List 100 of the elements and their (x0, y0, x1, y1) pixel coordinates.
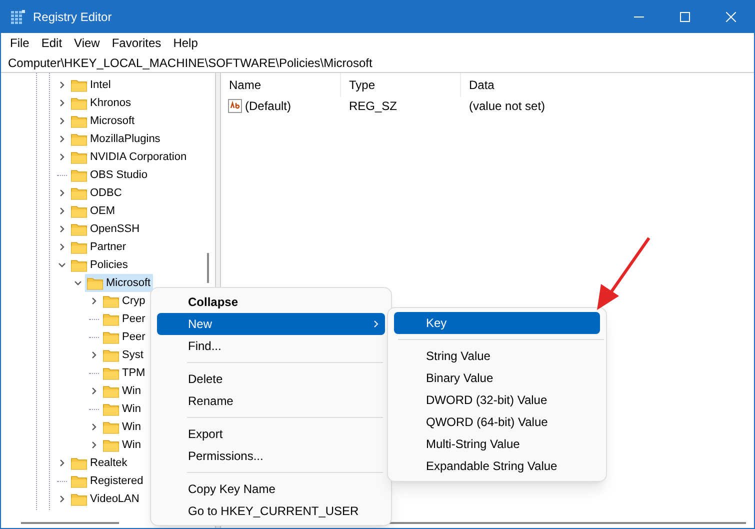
folder-icon (103, 402, 119, 416)
column-header[interactable]: Data (461, 73, 611, 97)
folder-icon (103, 438, 119, 452)
folder-icon (71, 240, 87, 254)
chevron-right-icon[interactable] (57, 494, 67, 504)
menu-item[interactable]: Multi-String Value (394, 433, 600, 455)
menu-item[interactable]: New (157, 313, 385, 335)
chevron-right-icon (373, 320, 379, 328)
tree-item[interactable]: OBS Studio (69, 166, 150, 184)
folder-icon (71, 222, 87, 236)
tree-item[interactable]: Peer (101, 328, 148, 346)
folder-icon (87, 276, 103, 290)
menu-item[interactable]: QWORD (64-bit) Value (394, 411, 600, 433)
menu-item[interactable]: Find... (157, 335, 385, 357)
tree-item[interactable]: Partner (69, 238, 128, 256)
column-header[interactable]: Name (221, 73, 341, 97)
folder-icon (71, 186, 87, 200)
folder-icon (71, 114, 87, 128)
menu-bar-item[interactable]: View (74, 34, 100, 52)
folder-icon (103, 330, 119, 344)
menu-item[interactable]: Collapse (157, 291, 385, 313)
folder-icon (71, 474, 87, 488)
menu-bar-item[interactable]: Help (173, 34, 198, 52)
tree-item[interactable]: MozillaPlugins (69, 130, 162, 148)
table-cell: (Default) (221, 97, 341, 115)
close-icon (726, 12, 736, 22)
tree-item[interactable]: Syst (101, 346, 146, 364)
chevron-right-icon[interactable] (89, 386, 99, 396)
menu-bar-item[interactable]: File (10, 34, 30, 52)
table-cell-text: REG_SZ (348, 98, 398, 115)
folder-icon (103, 294, 119, 308)
table-cell-text: (value not set) (468, 98, 546, 115)
scrollbar-thumb[interactable] (21, 522, 119, 524)
tree-item[interactable]: ODBC (69, 184, 124, 202)
folder-icon (71, 258, 87, 272)
string-value-icon (228, 99, 242, 113)
chevron-right-icon[interactable] (89, 350, 99, 360)
tree-item[interactable]: Cryp (101, 292, 148, 310)
menu-item[interactable]: Rename (157, 390, 385, 412)
tree-item[interactable]: Microsoft (85, 274, 153, 292)
folder-icon (103, 384, 119, 398)
chevron-right-icon[interactable] (57, 80, 67, 90)
folder-icon (71, 96, 87, 110)
folder-icon (103, 366, 119, 380)
chevron-right-icon[interactable] (57, 206, 67, 216)
menu-item[interactable]: Expandable String Value (394, 455, 600, 477)
tree-item[interactable]: Peer (101, 310, 148, 328)
chevron-right-icon[interactable] (57, 188, 67, 198)
chevron-right-icon[interactable] (57, 242, 67, 252)
folder-icon (71, 132, 87, 146)
chevron-down-icon[interactable] (57, 260, 67, 270)
tree-item[interactable]: Win (101, 400, 143, 418)
chevron-right-icon[interactable] (57, 224, 67, 234)
chevron-right-icon[interactable] (89, 440, 99, 450)
chevron-right-icon[interactable] (89, 422, 99, 432)
tree-item[interactable]: Win (101, 436, 143, 454)
tree-item[interactable]: Intel (69, 76, 113, 94)
folder-icon (71, 204, 87, 218)
menu-item[interactable]: String Value (394, 345, 600, 367)
folder-icon (71, 456, 87, 470)
menu-item[interactable]: Export (157, 423, 385, 445)
tree-item[interactable]: NVIDIA Corporation (69, 148, 189, 166)
folder-icon (71, 492, 87, 506)
folder-icon (103, 420, 119, 434)
folder-icon (103, 348, 119, 362)
chevron-right-icon[interactable] (57, 458, 67, 468)
folder-icon (71, 78, 87, 92)
tree-item[interactable]: TPM (101, 364, 148, 382)
tree-item[interactable]: VideoLAN (69, 490, 142, 508)
menu-bar-item[interactable]: Edit (41, 34, 62, 52)
menu-item[interactable]: Delete (157, 368, 385, 390)
menu-bar-item[interactable]: Favorites (112, 34, 162, 52)
tree-item[interactable]: Realtek (69, 454, 130, 472)
registry-app-icon (11, 10, 25, 24)
chevron-right-icon[interactable] (57, 134, 67, 144)
menu-item[interactable]: Binary Value (394, 367, 600, 389)
chevron-right-icon[interactable] (89, 296, 99, 306)
chevron-right-icon[interactable] (57, 98, 67, 108)
folder-icon (71, 150, 87, 164)
tree-item[interactable]: Khronos (69, 94, 133, 112)
folder-icon (71, 168, 87, 182)
tree-item[interactable]: Policies (69, 256, 130, 274)
chevron-down-icon[interactable] (73, 278, 83, 288)
address-bar[interactable]: Computer\HKEY_LOCAL_MACHINE\SOFTWARE\Policies\Microsoft (1, 53, 754, 73)
tree-item[interactable]: Win (101, 418, 143, 436)
folder-icon (103, 312, 119, 326)
tree-item[interactable]: Registered (69, 472, 146, 490)
tree-item[interactable]: Win (101, 382, 143, 400)
tree-item[interactable]: OEM (69, 202, 118, 220)
menu-item[interactable]: Key (394, 312, 600, 334)
menu-item[interactable]: Permissions... (157, 445, 385, 467)
chevron-right-icon[interactable] (57, 152, 67, 162)
menu-item[interactable]: Go to HKEY_CURRENT_USER (157, 500, 385, 522)
tree-item[interactable]: Microsoft (69, 112, 137, 130)
chevron-right-icon[interactable] (57, 116, 67, 126)
menu-item[interactable]: DWORD (32-bit) Value (394, 389, 600, 411)
tree-item[interactable]: OpenSSH (69, 220, 142, 238)
menu-item[interactable]: Copy Key Name (157, 478, 385, 500)
column-header[interactable]: Type (341, 73, 461, 97)
scrollbar-thumb[interactable] (207, 253, 209, 283)
